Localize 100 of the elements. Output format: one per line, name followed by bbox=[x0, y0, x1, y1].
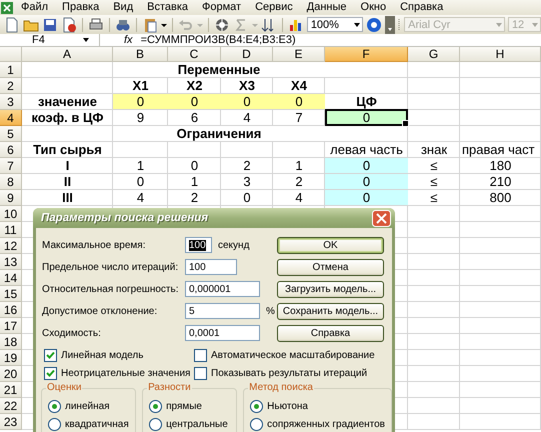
radio-label[interactable]: линейная bbox=[65, 400, 110, 412]
checkbox[interactable] bbox=[194, 366, 207, 380]
table-cell: 0 bbox=[113, 94, 168, 109]
column-header[interactable]: E bbox=[273, 47, 325, 62]
input-field[interactable]: 0,000001 bbox=[185, 281, 260, 297]
row-header[interactable]: 17 bbox=[0, 318, 22, 334]
checkbox[interactable] bbox=[44, 348, 57, 362]
table-cell-text: 0 bbox=[190, 158, 200, 173]
row-header[interactable]: 20 bbox=[0, 366, 22, 382]
table-cell-text: 2 bbox=[190, 190, 200, 205]
row-header[interactable]: 23 bbox=[0, 414, 22, 430]
row-header[interactable]: 13 bbox=[0, 254, 22, 270]
row-header[interactable]: 11 bbox=[0, 222, 22, 238]
checkbox-label[interactable]: Автоматическое масштабирование bbox=[211, 350, 375, 360]
checkbox-label[interactable]: Линейная модель bbox=[61, 350, 144, 360]
table-cell-text: X1 bbox=[132, 78, 150, 93]
menu-item[interactable]: Вид bbox=[106, 0, 140, 15]
table-cell-text: II bbox=[62, 174, 72, 189]
column-header[interactable]: C bbox=[168, 47, 221, 62]
row-header[interactable]: 19 bbox=[0, 350, 22, 366]
column-header[interactable]: B bbox=[113, 47, 168, 62]
input-field[interactable]: 100 bbox=[185, 259, 237, 275]
toolbar-handle-icon[interactable] bbox=[385, 16, 396, 34]
table-cell-text: левая часть bbox=[329, 142, 404, 157]
menu-item[interactable]: Вставка bbox=[140, 0, 196, 15]
row-header[interactable]: 21 bbox=[0, 382, 22, 398]
checkbox[interactable] bbox=[44, 366, 57, 380]
row-header[interactable]: 18 bbox=[0, 334, 22, 350]
table-cell-text: 9 bbox=[136, 110, 146, 125]
input-field[interactable]: 100 bbox=[185, 237, 212, 253]
radio-label[interactable]: центральные bbox=[166, 418, 228, 430]
menu-item[interactable]: Данные bbox=[300, 0, 354, 15]
row-header[interactable]: 7 bbox=[0, 158, 22, 174]
row-header[interactable]: 5 bbox=[0, 126, 22, 142]
table-cell-text: X4 bbox=[290, 78, 308, 93]
row-header[interactable]: 9 bbox=[0, 190, 22, 206]
row-header[interactable]: 8 bbox=[0, 174, 22, 190]
row-header[interactable]: 6 bbox=[0, 142, 22, 158]
row-header[interactable]: 10 bbox=[0, 206, 22, 222]
group-title: Оценки bbox=[46, 382, 82, 393]
row-header[interactable]: 4 bbox=[0, 110, 22, 126]
row-header[interactable]: 1 bbox=[0, 62, 22, 78]
row-header[interactable]: 14 bbox=[0, 270, 22, 286]
save-icon[interactable] bbox=[42, 16, 58, 32]
column-header[interactable]: F bbox=[325, 47, 408, 62]
menu-item[interactable]: Правка bbox=[55, 0, 106, 15]
formula-text[interactable]: =СУММПРОИЗВ(B4:E4;B3:E3) bbox=[140, 34, 296, 46]
radio-button[interactable] bbox=[48, 400, 61, 412]
table-cell-text: ≤ bbox=[429, 190, 439, 205]
menu-item[interactable]: Сервис bbox=[248, 0, 300, 15]
column-header[interactable]: A bbox=[22, 47, 113, 62]
table-cell-text: ЦФ bbox=[355, 94, 378, 109]
radio-button[interactable] bbox=[48, 418, 61, 430]
column-header[interactable]: H bbox=[460, 47, 541, 62]
table-cell-text: значение bbox=[36, 94, 98, 109]
checkbox-label[interactable]: Неотрицательные значения bbox=[61, 368, 190, 378]
row-header[interactable]: 16 bbox=[0, 302, 22, 318]
row-header[interactable]: 12 bbox=[0, 238, 22, 254]
radio-button[interactable] bbox=[149, 418, 162, 430]
menu-item[interactable]: Файл bbox=[14, 0, 56, 15]
insert-function-button[interactable]: fx bbox=[124, 34, 133, 46]
zoom-dropdown[interactable]: 100% bbox=[306, 17, 364, 32]
excel-icon[interactable] bbox=[0, 0, 14, 14]
dialog-button[interactable]: OK bbox=[277, 236, 384, 254]
table-cell: 0 bbox=[325, 158, 408, 173]
caret-icon[interactable] bbox=[83, 38, 89, 42]
dialog-button[interactable]: Сохранить модель... bbox=[277, 302, 384, 320]
dialog-button[interactable]: Загрузить модель... bbox=[277, 280, 384, 298]
table-cell-text: 1 bbox=[294, 158, 304, 173]
input-field[interactable]: 5 bbox=[185, 303, 260, 319]
dialog-button[interactable]: Справка bbox=[277, 324, 384, 342]
menu-item[interactable]: Окно bbox=[354, 0, 394, 15]
row-header[interactable]: 22 bbox=[0, 398, 22, 414]
radio-label[interactable]: прямые bbox=[166, 400, 202, 412]
radio-button[interactable] bbox=[149, 400, 162, 412]
input-field[interactable]: 0,0001 bbox=[185, 325, 260, 341]
group-title: Разности bbox=[147, 382, 192, 393]
checkbox-label[interactable]: Показывать результаты итераций bbox=[211, 368, 368, 378]
radio-button[interactable] bbox=[250, 400, 264, 412]
dialog-button[interactable]: Отмена bbox=[277, 258, 384, 276]
menu-item[interactable]: Справка bbox=[393, 0, 450, 15]
radio-button[interactable] bbox=[250, 418, 264, 430]
radio-label[interactable]: сопряженных градиентов bbox=[267, 418, 385, 430]
field-label: Относительная погрешность: bbox=[42, 284, 180, 294]
caret-icon[interactable] bbox=[354, 22, 360, 26]
table-cell: 0 bbox=[273, 94, 325, 109]
checkbox[interactable] bbox=[194, 348, 207, 362]
radio-label[interactable]: Ньютона bbox=[267, 400, 308, 412]
help-icon[interactable] bbox=[366, 16, 382, 32]
column-header[interactable]: D bbox=[221, 47, 273, 62]
row-header[interactable]: 15 bbox=[0, 286, 22, 302]
print-icon[interactable] bbox=[88, 16, 104, 32]
row-header[interactable]: 2 bbox=[0, 78, 22, 94]
menu-item[interactable]: Формат bbox=[195, 0, 248, 15]
close-icon[interactable] bbox=[372, 210, 391, 226]
column-header[interactable]: G bbox=[408, 47, 460, 62]
document-permission-icon[interactable] bbox=[61, 16, 77, 32]
row-header[interactable]: 3 bbox=[0, 94, 22, 110]
radio-label[interactable]: квадратичная bbox=[65, 418, 129, 430]
table-cell-text: ≤ bbox=[429, 158, 439, 173]
